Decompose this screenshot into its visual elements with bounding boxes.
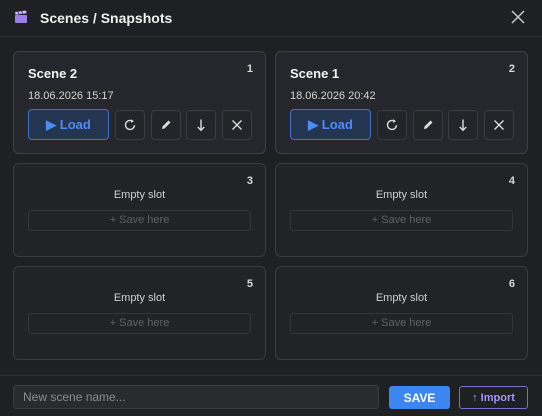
pencil-icon (162, 120, 171, 129)
scene-date: 18.06.2026 15:17 (28, 90, 114, 102)
slot-number: 6 (508, 278, 515, 290)
scene-name-input[interactable] (13, 385, 379, 409)
scene-slot-3: 3 Empty slot + Save here (13, 163, 266, 257)
scene-slot-6: 6 Empty slot + Save here (275, 266, 528, 360)
scene-name: Scene 1 (290, 66, 340, 81)
import-button[interactable]: ↑ Import (459, 386, 528, 409)
dialog-title: Scenes / Snapshots (40, 10, 173, 26)
save-here-button[interactable]: + Save here (290, 313, 513, 334)
slot-number: 4 (508, 175, 515, 187)
empty-slot-label: Empty slot (113, 292, 166, 304)
slot-number: 3 (246, 175, 253, 187)
arrow-down-icon (459, 119, 467, 132)
dialog-header: Scenes / Snapshots (0, 0, 542, 37)
scene-date: 18.06.2026 20:42 (290, 90, 376, 102)
slot-number: 5 (246, 278, 253, 290)
load-label: Load (321, 117, 353, 132)
save-here-button[interactable]: + Save here (28, 313, 251, 334)
reload-icon (124, 119, 136, 131)
play-icon: ▶ (308, 117, 319, 132)
empty-slot-label: Empty slot (113, 189, 166, 201)
clapperboard-icon (15, 10, 27, 23)
load-button[interactable]: ▶ Load (290, 109, 371, 140)
close-icon (494, 120, 504, 130)
scene-name: Scene 2 (28, 66, 78, 81)
dialog-footer: SAVE ↑ Import (0, 375, 542, 416)
delete-button[interactable] (222, 110, 252, 140)
empty-slot-label: Empty slot (375, 189, 428, 201)
slot-number: 1 (246, 63, 253, 75)
load-button[interactable]: ▶ Load (28, 109, 109, 140)
reload-button[interactable] (377, 110, 407, 140)
pencil-icon (424, 120, 433, 129)
reload-button[interactable] (115, 110, 145, 140)
scene-slot-1: Scene 2 1 18.06.2026 15:17 ▶ Load (13, 51, 266, 154)
arrow-down-icon (197, 119, 205, 132)
save-button[interactable]: SAVE (389, 386, 450, 409)
play-icon: ▶ (46, 117, 57, 132)
rename-button[interactable] (413, 110, 443, 140)
scenes-dialog: Scenes / Snapshots Scene 2 1 18.06.2026 … (0, 0, 542, 416)
close-icon (232, 120, 242, 130)
empty-slot-label: Empty slot (375, 292, 428, 304)
load-label: Load (59, 117, 91, 132)
save-here-button[interactable]: + Save here (290, 210, 513, 231)
slot-number: 2 (508, 63, 515, 75)
save-here-button[interactable]: + Save here (28, 210, 251, 231)
download-button[interactable] (186, 110, 216, 140)
scene-slot-2: Scene 1 2 18.06.2026 20:42 ▶ Load (275, 51, 528, 154)
close-icon[interactable] (509, 8, 527, 26)
download-button[interactable] (448, 110, 478, 140)
delete-button[interactable] (484, 110, 514, 140)
scene-slot-5: 5 Empty slot + Save here (13, 266, 266, 360)
reload-icon (386, 119, 398, 131)
scene-slot-4: 4 Empty slot + Save here (275, 163, 528, 257)
rename-button[interactable] (151, 110, 181, 140)
